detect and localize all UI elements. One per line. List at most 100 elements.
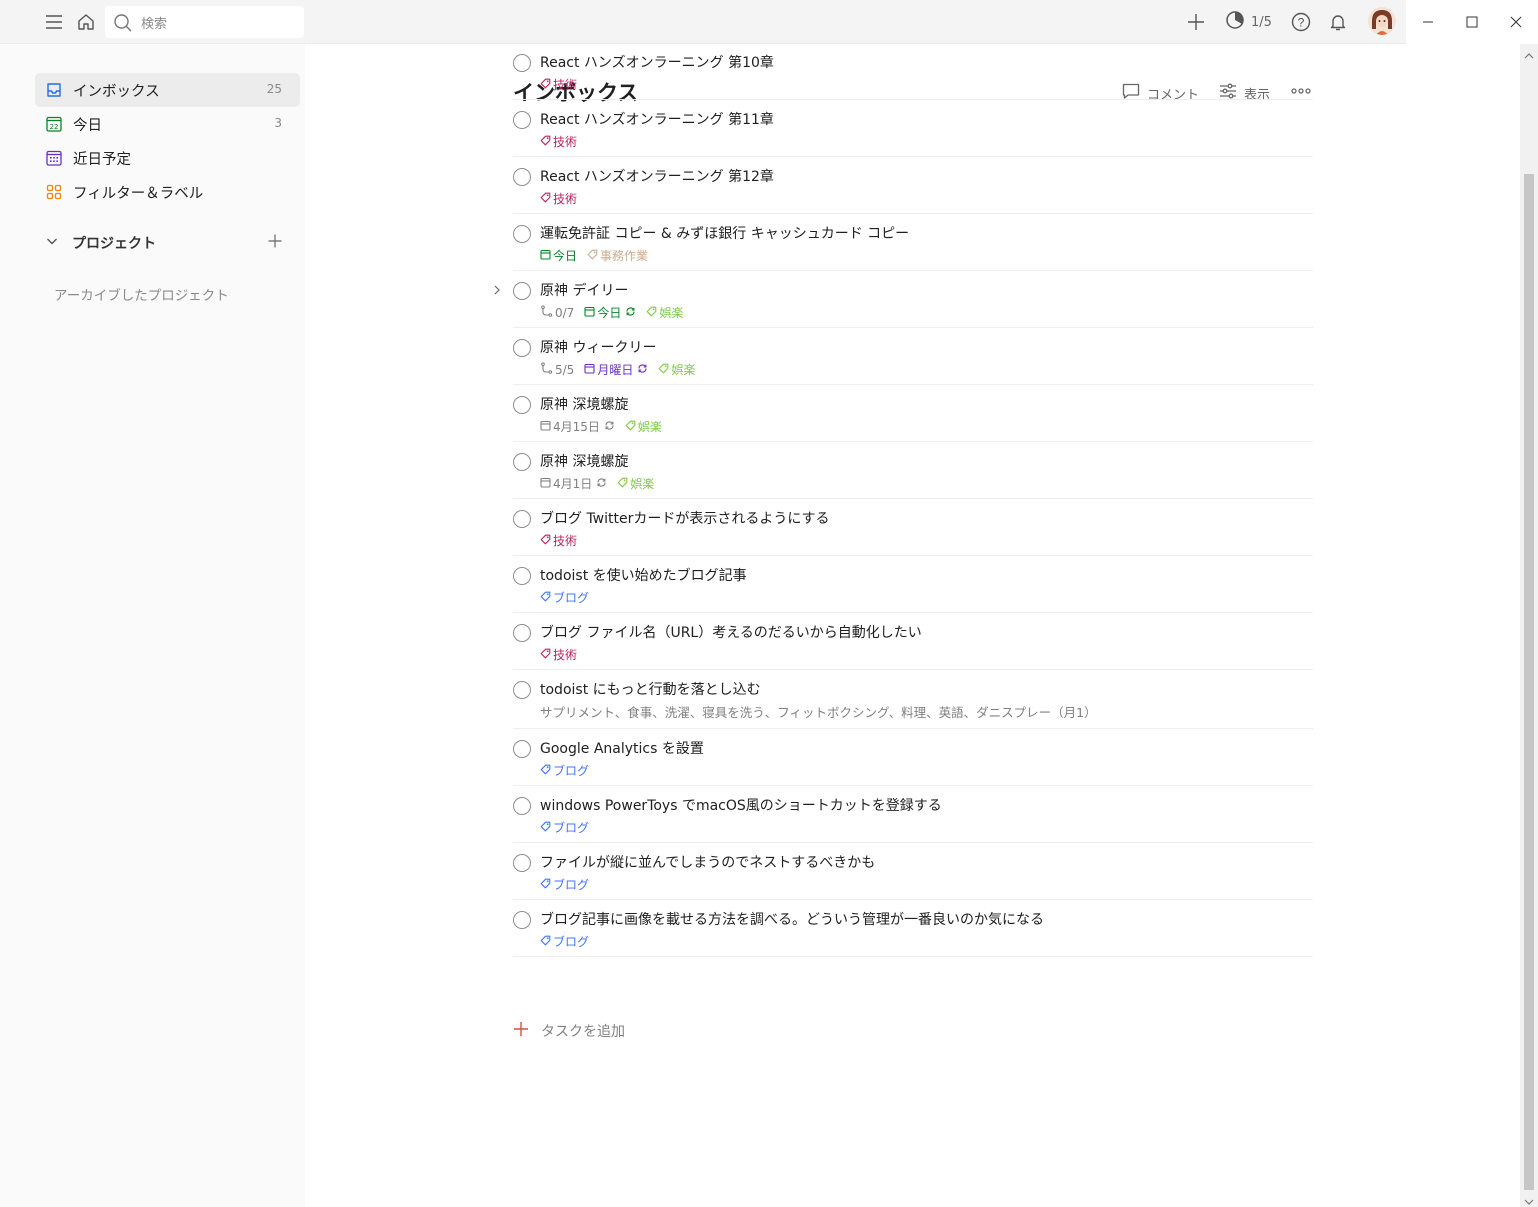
due-date[interactable]: 今日: [540, 247, 577, 264]
task-label-chip[interactable]: 娯楽: [625, 418, 662, 435]
task-content[interactable]: windows PowerToys でmacOS風のショートカットを登録する: [540, 795, 942, 815]
task-row[interactable]: ファイルが縦に並んでしまうのでネストするべきかも ブログ: [513, 843, 1313, 900]
scrollbar-thumb[interactable]: [1524, 174, 1534, 1190]
due-date[interactable]: 今日: [584, 304, 636, 321]
task-content[interactable]: 原神 深境螺旋: [540, 394, 628, 414]
productivity-button[interactable]: 1/5: [1225, 10, 1272, 34]
task-row[interactable]: ブログ記事に画像を載せる方法を調べる。どういう管理が一番良いのか気になる ブログ: [513, 900, 1313, 957]
sidebar-item-today[interactable]: 22 今日 3: [35, 107, 300, 141]
task-row[interactable]: React ハンズオンラーニング 第11章 技術: [513, 100, 1313, 157]
task-checkbox[interactable]: [513, 111, 531, 129]
task-checkbox[interactable]: [513, 168, 531, 186]
add-task-button[interactable]: タスクを追加: [513, 1019, 625, 1043]
maximize-icon[interactable]: [1450, 0, 1494, 44]
task-row[interactable]: 原神 深境螺旋 4月15日 娯楽: [513, 385, 1313, 442]
task-checkbox[interactable]: [513, 339, 531, 357]
task-label-chip[interactable]: 娯楽: [617, 475, 654, 492]
bell-icon[interactable]: [1324, 8, 1352, 36]
task-checkbox[interactable]: [513, 681, 531, 699]
task-checkbox[interactable]: [513, 54, 531, 72]
due-date[interactable]: 月曜日: [584, 361, 648, 378]
task-checkbox[interactable]: [513, 624, 531, 642]
due-date[interactable]: 4月15日: [540, 418, 615, 435]
home-icon[interactable]: [72, 8, 100, 36]
tag-icon: [625, 420, 636, 434]
task-meta: ブログ: [540, 762, 589, 779]
task-content[interactable]: React ハンズオンラーニング 第12章: [540, 166, 774, 186]
sidebar-item-label: インボックス: [73, 84, 160, 100]
task-content[interactable]: 原神 ウィークリー: [540, 337, 656, 357]
avatar[interactable]: [1368, 7, 1396, 35]
task-row[interactable]: Google Analytics を設置 ブログ: [513, 729, 1313, 786]
task-checkbox[interactable]: [513, 282, 531, 300]
add-project-plus-icon[interactable]: [267, 233, 283, 253]
task-checkbox[interactable]: [513, 225, 531, 243]
task-checkbox[interactable]: [513, 510, 531, 528]
due-date[interactable]: 4月1日: [540, 475, 607, 492]
chevron-down-icon[interactable]: [45, 234, 59, 252]
task-row[interactable]: 原神 デイリー 0/7 今日 娯楽: [494, 271, 1313, 328]
task-label-chip[interactable]: 技術: [540, 76, 577, 93]
task-label-chip[interactable]: 娯楽: [658, 361, 695, 378]
task-label-chip[interactable]: ブログ: [540, 589, 589, 606]
task-checkbox[interactable]: [513, 911, 531, 929]
task-content[interactable]: React ハンズオンラーニング 第10章: [540, 52, 774, 72]
projects-label: プロジェクト: [72, 236, 156, 252]
task-row[interactable]: 原神 深境螺旋 4月1日 娯楽: [513, 442, 1313, 499]
archived-projects-link[interactable]: アーカイブしたプロジェクト: [54, 284, 229, 304]
task-checkbox[interactable]: [513, 396, 531, 414]
task-label-chip[interactable]: 娯楽: [646, 304, 683, 321]
task-label-chip[interactable]: 技術: [540, 532, 577, 549]
task-row[interactable]: React ハンズオンラーニング 第10章 技術: [513, 44, 1313, 100]
task-label-chip[interactable]: ブログ: [540, 933, 589, 950]
task-content[interactable]: ブログ ファイル名（URL）考えるのだるいから自動化したい: [540, 622, 922, 642]
task-row[interactable]: ブログ Twitterカードが表示されるようにする 技術: [513, 499, 1313, 556]
sidebar-item-filters-labels[interactable]: フィルター＆ラベル: [35, 175, 300, 209]
task-label-chip[interactable]: 技術: [540, 133, 577, 150]
help-icon[interactable]: ?: [1287, 8, 1315, 36]
task-row[interactable]: ブログ ファイル名（URL）考えるのだるいから自動化したい 技術: [513, 613, 1313, 670]
task-row[interactable]: windows PowerToys でmacOS風のショートカットを登録する ブロ…: [513, 786, 1313, 843]
sidebar-item-inbox[interactable]: インボックス 25: [35, 73, 300, 107]
task-content[interactable]: 運転免許証 コピー & みずほ銀行 キャッシュカード コピー: [540, 223, 909, 243]
task-row[interactable]: 原神 ウィークリー 5/5 月曜日 娯楽: [513, 328, 1313, 385]
task-content[interactable]: ブログ記事に画像を載せる方法を調べる。どういう管理が一番良いのか気になる: [540, 909, 1044, 929]
task-row[interactable]: 運転免許証 コピー & みずほ銀行 キャッシュカード コピー 今日 事務作業: [513, 214, 1313, 271]
task-label-chip[interactable]: ブログ: [540, 762, 589, 779]
task-content[interactable]: ブログ Twitterカードが表示されるようにする: [540, 508, 830, 528]
task-label-chip[interactable]: 事務作業: [587, 247, 648, 264]
task-checkbox[interactable]: [513, 740, 531, 758]
task-label-chip[interactable]: ブログ: [540, 819, 589, 836]
task-content[interactable]: 原神 デイリー: [540, 280, 628, 300]
task-content[interactable]: todoist を使い始めたブログ記事: [540, 565, 747, 585]
task-row[interactable]: todoist を使い始めたブログ記事 ブログ: [513, 556, 1313, 613]
expand-chevron-right-icon[interactable]: [492, 284, 502, 300]
task-checkbox[interactable]: [513, 854, 531, 872]
task-row[interactable]: todoist にもっと行動を落とし込む サプリメント、食事、洗濯、寝具を洗う、フ…: [513, 670, 1313, 729]
task-row[interactable]: React ハンズオンラーニング 第12章 技術: [513, 157, 1313, 214]
task-content[interactable]: React ハンズオンラーニング 第11章: [540, 109, 774, 129]
subtask-count-text: 5/5: [555, 362, 575, 377]
scrollbar[interactable]: [1520, 44, 1538, 1207]
task-checkbox[interactable]: [513, 797, 531, 815]
scroll-up-arrow-icon[interactable]: [1524, 48, 1534, 64]
projects-header[interactable]: プロジェクト: [35, 230, 300, 256]
task-label-chip[interactable]: 技術: [540, 646, 577, 663]
calendar-icon: [540, 420, 551, 434]
task-content[interactable]: todoist にもっと行動を落とし込む: [540, 679, 761, 699]
task-checkbox[interactable]: [513, 567, 531, 585]
task-checkbox[interactable]: [513, 453, 531, 471]
task-content[interactable]: ファイルが縦に並んでしまうのでネストするべきかも: [540, 852, 875, 872]
quick-add-plus-icon[interactable]: [1182, 8, 1210, 36]
task-label-chip[interactable]: ブログ: [540, 876, 589, 893]
close-icon[interactable]: [1494, 0, 1538, 44]
task-content[interactable]: Google Analytics を設置: [540, 738, 704, 758]
minimize-icon[interactable]: [1406, 0, 1450, 44]
search-input[interactable]: 検索: [105, 6, 304, 38]
task-content[interactable]: 原神 深境螺旋: [540, 451, 628, 471]
sidebar-item-upcoming[interactable]: 近日予定: [35, 141, 300, 175]
menu-icon[interactable]: [40, 8, 68, 36]
task-label-chip[interactable]: 技術: [540, 190, 577, 207]
scroll-down-arrow-icon[interactable]: [1524, 1194, 1534, 1207]
tag-icon: [540, 534, 551, 548]
